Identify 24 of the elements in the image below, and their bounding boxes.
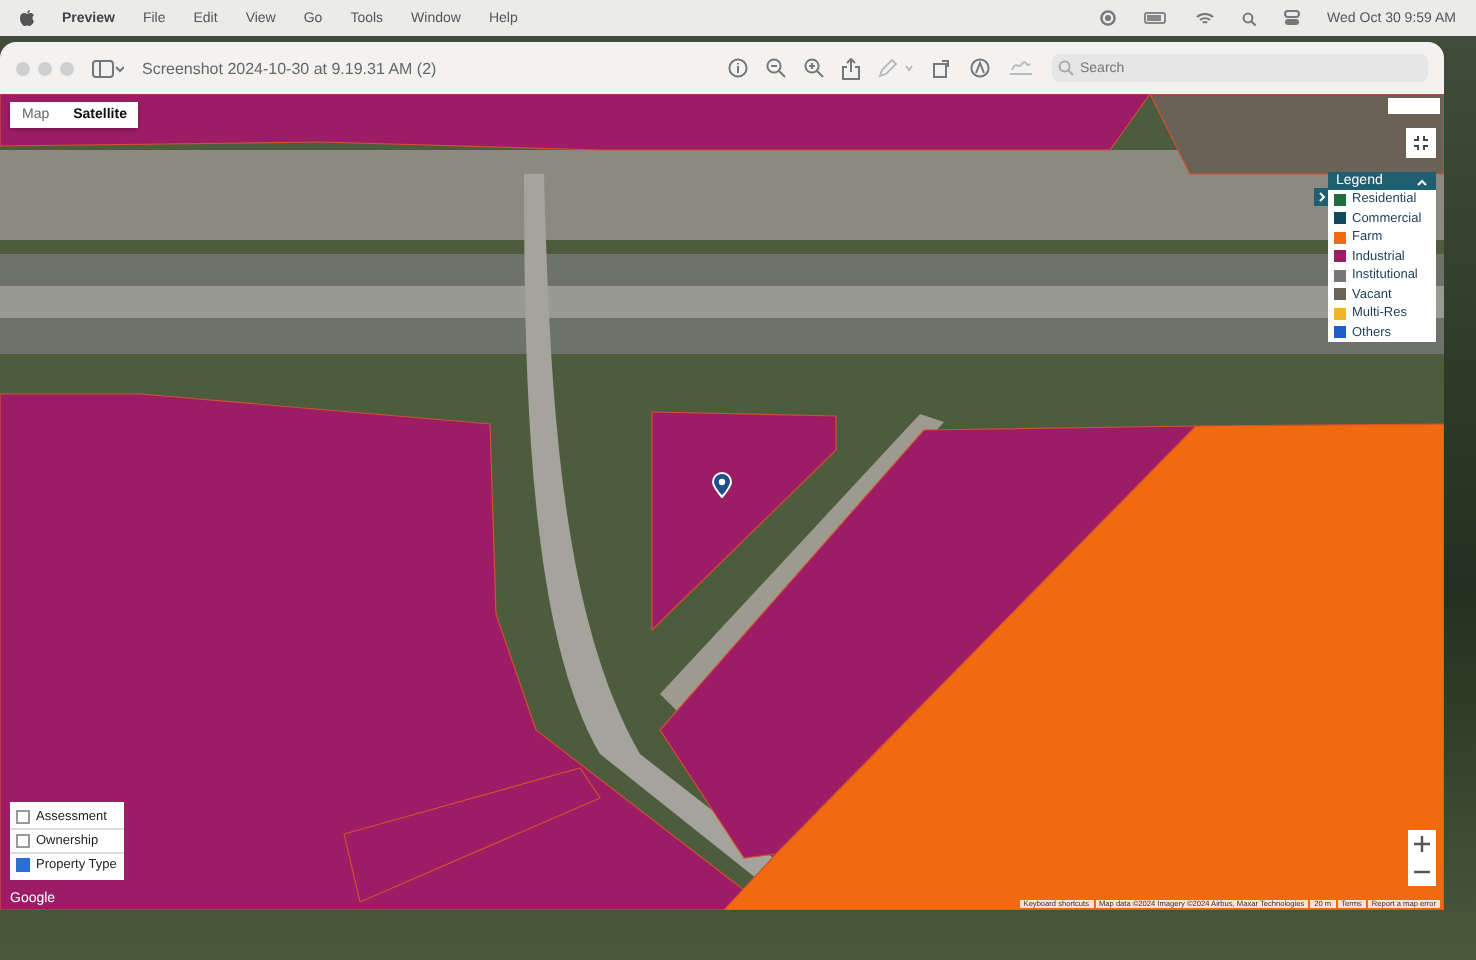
layer-checkbox[interactable] xyxy=(16,858,30,872)
zoom-in-icon[interactable] xyxy=(804,58,824,78)
legend-toggle-button[interactable] xyxy=(1314,188,1328,206)
info-icon[interactable] xyxy=(728,58,748,78)
location-pin-icon[interactable] xyxy=(712,472,732,498)
window-title: Screenshot 2024-10-30 at 9.19.31 AM (2) xyxy=(142,59,439,77)
caret-icon xyxy=(1416,177,1428,185)
apple-logo-icon[interactable] xyxy=(20,10,34,26)
plus-icon xyxy=(1414,836,1430,852)
markup-icon[interactable] xyxy=(970,58,990,78)
layer-checkbox[interactable] xyxy=(16,834,30,848)
record-icon[interactable] xyxy=(1099,10,1116,26)
zoom-out-icon[interactable] xyxy=(766,58,786,78)
fullscreen-icon xyxy=(1412,134,1430,152)
wifi-icon[interactable] xyxy=(1195,11,1214,25)
layer-checkbox[interactable] xyxy=(16,810,30,824)
search-icon[interactable] xyxy=(1241,11,1256,25)
zoom-in-button[interactable] xyxy=(1408,830,1436,858)
share-icon[interactable] xyxy=(842,57,860,79)
battery-icon[interactable] xyxy=(1143,12,1168,24)
rotate-icon[interactable] xyxy=(932,58,952,78)
sidebar-icon[interactable] xyxy=(92,59,124,77)
control-center-icon[interactable] xyxy=(1283,10,1300,26)
fullscreen-button[interactable] xyxy=(1406,128,1436,158)
